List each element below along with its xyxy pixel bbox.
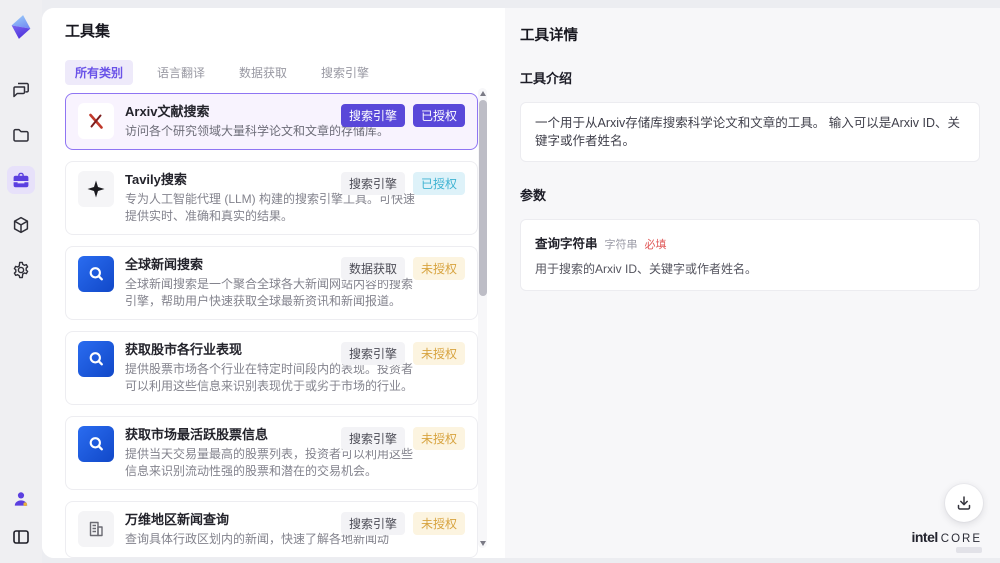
intro-text: 一个用于从Arxiv存储库搜索科学论文和文章的工具。 输入可以是Arxiv ID… xyxy=(535,116,961,148)
category-badge: 搜索引擎 xyxy=(340,342,405,365)
tab-label: 数据获取 xyxy=(239,66,288,80)
param-box: 查询字符串 字符串 必填 用于搜索的Arxiv ID、关键字或作者姓名。 xyxy=(520,219,980,291)
category-badge: 搜索引擎 xyxy=(340,512,405,535)
scroll-down-arrow[interactable] xyxy=(478,538,487,548)
tool-list-panel: 工具集 所有类别 语言翻译 数据获取 搜索引擎 Arxiv文献搜索 访问各个研究… xyxy=(42,8,505,558)
category-tab[interactable]: 语言翻译 xyxy=(147,60,215,85)
auth-status-badge: 已授权 xyxy=(412,104,465,127)
tool-desc: 专为人工智能代理 (LLM) 构建的搜索引擎工具。可快速提供实时、准确和真实的结… xyxy=(125,192,416,223)
tool-badges: 数据获取 未授权 xyxy=(340,257,465,280)
news-search-icon xyxy=(86,349,106,369)
category-tab[interactable]: 所有类别 xyxy=(65,60,134,85)
tool-card[interactable]: Tavily搜索 专为人工智能代理 (LLM) 构建的搜索引擎工具。可快速提供实… xyxy=(65,161,478,235)
tool-icon xyxy=(78,511,114,547)
category-tab[interactable]: 搜索引擎 xyxy=(311,60,379,85)
param-name: 查询字符串 xyxy=(535,237,598,251)
toolbox-icon[interactable] xyxy=(7,166,35,194)
param-desc: 用于搜索的Arxiv ID、关键字或作者姓名。 xyxy=(535,262,758,276)
tool-icon xyxy=(78,256,114,292)
user-avatar-icon[interactable] xyxy=(7,485,35,513)
tool-card[interactable]: 获取市场最活跃股票信息 提供当天交易量最高的股票列表，投资者可以利用这些信息来识… xyxy=(65,416,478,490)
news-search-icon xyxy=(86,434,106,454)
tool-card[interactable]: 获取股市各行业表现 提供股票市场各个行业在特定时间段内的表现。投资者可以利用这些… xyxy=(65,331,478,405)
tab-label: 所有类别 xyxy=(75,66,124,80)
tavily-star-icon xyxy=(86,179,106,199)
scroll-up-arrow[interactable] xyxy=(478,88,487,98)
tool-badges: 搜索引擎 未授权 xyxy=(340,427,465,450)
chat-icon[interactable] xyxy=(7,76,35,104)
building-icon xyxy=(86,519,106,539)
page-title: 工具集 xyxy=(65,23,111,40)
tool-desc: 提供当天交易量最高的股票列表，投资者可以利用这些信息来识别流动性强的股票和潜在的… xyxy=(125,447,414,478)
tool-icon xyxy=(78,426,114,462)
scrollbar[interactable] xyxy=(478,88,487,548)
category-badge: 搜索引擎 xyxy=(340,104,405,127)
auth-status-badge: 未授权 xyxy=(412,342,465,365)
tab-label: 语言翻译 xyxy=(157,66,206,80)
intro-heading: 工具介绍 xyxy=(520,71,573,86)
main-content: 工具集 所有类别 语言翻译 数据获取 搜索引擎 Arxiv文献搜索 访问各个研究… xyxy=(42,8,1000,558)
tool-card[interactable]: 万维地区新闻查询 查询具体行政区划内的新闻，快速了解各地新闻动 搜索引擎 未授权 xyxy=(65,501,478,558)
detail-title: 工具详情 xyxy=(520,28,578,44)
tab-label: 搜索引擎 xyxy=(321,66,370,80)
download-button[interactable] xyxy=(945,484,983,522)
tool-list: Arxiv文献搜索 访问各个研究领域大量科学论文和文章的存储库。 搜索引擎 已授… xyxy=(65,93,478,558)
params-heading: 参数 xyxy=(520,188,547,203)
category-tab[interactable]: 数据获取 xyxy=(229,60,297,85)
tool-icon xyxy=(78,103,114,139)
tool-icon xyxy=(78,171,114,207)
sidebar-nav xyxy=(7,76,35,284)
app-logo-icon[interactable] xyxy=(6,12,36,42)
sidebar-bottom xyxy=(7,485,35,551)
tool-desc: 全球新闻搜索是一个聚合全球各大新闻网站内容的搜索引擎，帮助用户快速获取全球最新资… xyxy=(125,277,414,308)
news-search-icon xyxy=(86,264,106,284)
auth-status-badge: 已授权 xyxy=(412,172,465,195)
category-badge: 搜索引擎 xyxy=(340,172,405,195)
category-tabs: 所有类别 语言翻译 数据获取 搜索引擎 xyxy=(65,60,505,85)
tool-badges: 搜索引擎 已授权 xyxy=(340,172,465,195)
tool-detail-panel: 工具详情 工具介绍 一个用于从Arxiv存储库搜索科学论文和文章的工具。 输入可… xyxy=(505,8,1000,558)
intro-box: 一个用于从Arxiv存储库搜索科学论文和文章的工具。 输入可以是Arxiv ID… xyxy=(520,102,980,162)
tool-card[interactable]: Arxiv文献搜索 访问各个研究领域大量科学论文和文章的存储库。 搜索引擎 已授… xyxy=(65,93,478,150)
core-wordmark: CORE xyxy=(940,533,982,545)
tool-badges: 搜索引擎 未授权 xyxy=(340,342,465,365)
tool-badges: 搜索引擎 已授权 xyxy=(340,104,465,127)
panel-toggle-icon[interactable] xyxy=(7,523,35,551)
arxiv-logo-icon xyxy=(86,111,106,131)
folder-icon[interactable] xyxy=(7,121,35,149)
category-badge: 数据获取 xyxy=(340,257,405,280)
param-required-badge: 必填 xyxy=(644,239,667,251)
left-sidebar xyxy=(0,0,42,563)
settings-icon[interactable] xyxy=(7,256,35,284)
intel-wordmark: intel xyxy=(911,529,938,545)
auth-status-badge: 未授权 xyxy=(412,512,465,535)
auth-status-badge: 未授权 xyxy=(412,427,465,450)
auth-status-badge: 未授权 xyxy=(412,257,465,280)
package-icon[interactable] xyxy=(7,211,35,239)
brand-sub-badge xyxy=(956,547,982,553)
param-type: 字符串 xyxy=(604,239,638,251)
tool-icon xyxy=(78,341,114,377)
scrollbar-thumb[interactable] xyxy=(478,100,487,296)
tool-badges: 搜索引擎 未授权 xyxy=(340,512,465,535)
tool-card[interactable]: 全球新闻搜索 全球新闻搜索是一个聚合全球各大新闻网站内容的搜索引擎，帮助用户快速… xyxy=(65,246,478,320)
intel-core-logo: intel CORE xyxy=(911,529,982,553)
tool-desc: 提供股票市场各个行业在特定时间段内的表现。投资者可以利用这些信息来识别表现优于或… xyxy=(125,362,414,393)
category-badge: 搜索引擎 xyxy=(340,427,405,450)
